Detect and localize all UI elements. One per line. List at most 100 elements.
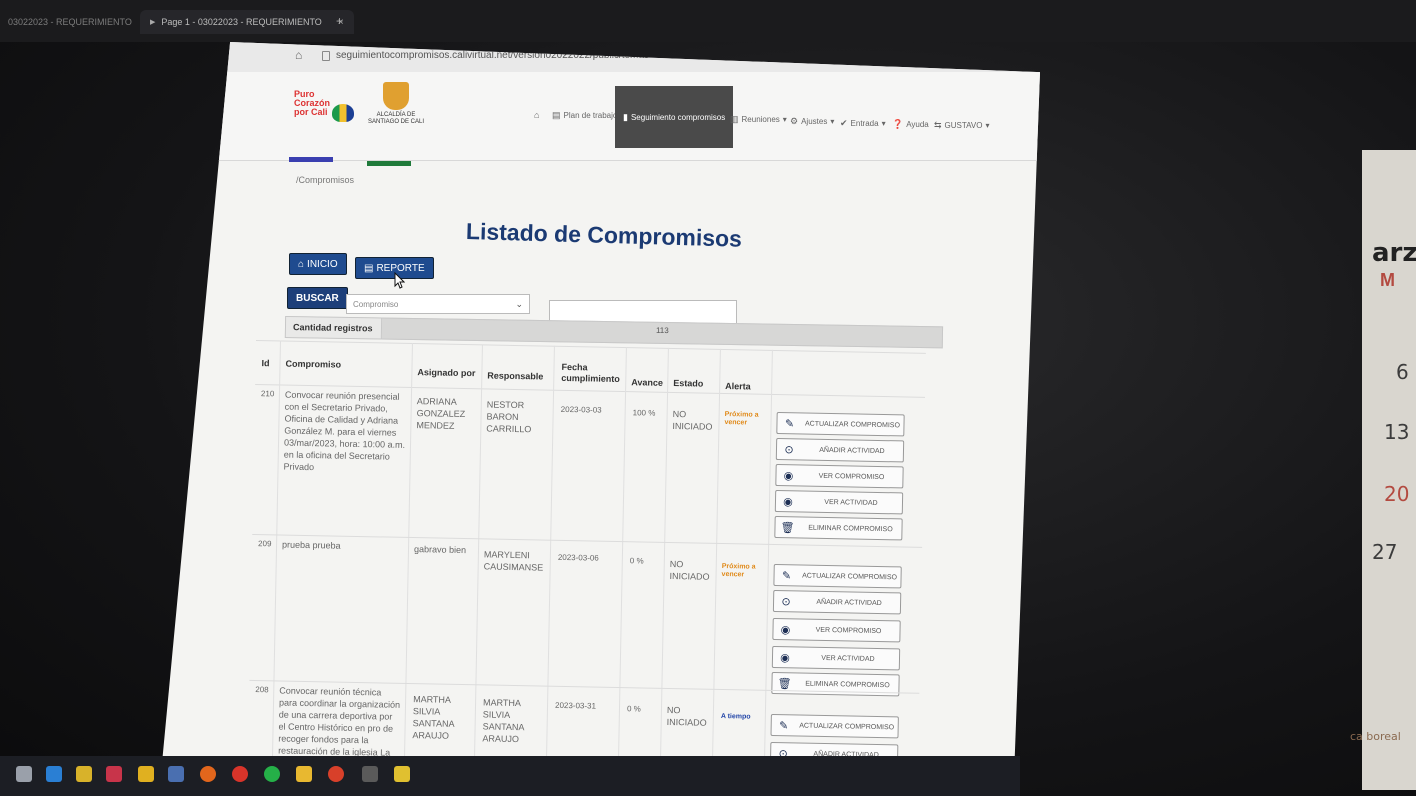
url-text[interactable]: seguimientocompromisos.calivirtual.net/v…	[336, 50, 649, 61]
chart-icon: ▥	[730, 114, 739, 124]
eye-icon: ◉	[783, 469, 794, 482]
ver-actividad-button[interactable]: ◉ VER ACTIVIDAD	[771, 645, 901, 671]
nav-label: GUSTAVO	[944, 121, 983, 130]
nav-user-menu[interactable]: ⇆ GUSTAVO ▾	[934, 120, 990, 131]
taskbar-app-icon[interactable]	[76, 766, 92, 782]
anadir-actividad-button[interactable]: ⊙ AÑADIR ACTIVIDAD	[772, 589, 902, 615]
cell-responsable: MARYLENI CAUSIMANSE	[483, 549, 544, 573]
actualizar-compromiso-button[interactable]: ✎ ACTUALIZAR COMPROMISO	[776, 412, 905, 437]
breadcrumb[interactable]: /Compromisos	[296, 175, 354, 185]
cell-compromiso: prueba prueba	[281, 539, 341, 551]
vscode-icon[interactable]	[46, 766, 62, 782]
logo-text: Puro Corazón por Cali	[294, 89, 330, 117]
powerbi-icon[interactable]	[138, 766, 154, 782]
edit-icon: ✎	[784, 417, 795, 430]
nav-entrada[interactable]: ✔ Entrada ▾	[840, 118, 886, 129]
nav-label: Ajustes	[801, 117, 828, 126]
column-header-fecha: Fecha cumplimiento	[561, 361, 620, 384]
web-page: ⌂ seguimientocompromisos.calivirtual.net…	[158, 42, 1040, 796]
ver-actividad-button[interactable]: ◉ VER ACTIVIDAD	[774, 489, 904, 515]
browser-tab-strip: 03022023 - REQUERIMIENTO ▶ Page 1 - 0302…	[0, 0, 1416, 42]
new-tab-button[interactable]: +	[336, 14, 343, 28]
shield-icon	[383, 82, 409, 110]
taskbar-app-icon[interactable]	[16, 766, 32, 782]
nav-reuniones[interactable]: ▥ Reuniones ▾	[730, 114, 787, 125]
folder-icon[interactable]	[296, 766, 312, 782]
nav-seguimiento-compromisos[interactable]: ▮ Seguimiento compromisos	[615, 86, 734, 148]
nav-plan-de-trabajo[interactable]: ▤ Plan de trabajo	[552, 110, 617, 121]
logo-puro-corazon: Puro Corazón por Cali	[294, 90, 354, 122]
decor-stripe-green	[367, 161, 411, 166]
nav-ayuda[interactable]: ❓ Ayuda	[892, 119, 929, 130]
calendar-day: 27	[1372, 540, 1398, 564]
nav-home[interactable]: ⌂	[534, 110, 542, 120]
taskbar-app-icon[interactable]	[106, 766, 122, 782]
column-divider	[617, 347, 627, 796]
address-bar[interactable]: ⌂ seguimientocompromisos.calivirtual.net…	[220, 42, 1040, 72]
heart-icon	[332, 103, 354, 122]
caret-icon: ▾	[985, 121, 990, 130]
actualizar-compromiso-button[interactable]: ✎ ACTUALIZAR COMPROMISO	[770, 713, 899, 739]
caret-icon: ▾	[830, 117, 835, 126]
home-icon: ⌂	[298, 258, 305, 270]
logo-caption: ALCALDÍA DE SANTIAGO DE CALI	[367, 112, 424, 125]
ver-compromiso-button[interactable]: ◉VER COMPROMISO	[775, 464, 904, 489]
table-icon: ▤	[552, 110, 561, 120]
taskbar-app-icon[interactable]	[232, 766, 248, 782]
column-header-alerta: Alerta	[725, 381, 751, 392]
report-icon: ▤	[364, 262, 374, 274]
ver-compromiso-button[interactable]: ◉VER COMPROMISO	[772, 617, 901, 643]
alert-badge: Próximo a vencer	[724, 411, 759, 427]
cell-id: 209	[258, 539, 272, 549]
eliminar-compromiso-button[interactable]: 🗑 ELIMINAR COMPROMISO	[774, 515, 903, 541]
firefox-icon[interactable]	[200, 766, 216, 782]
anadir-actividad-button[interactable]: ⊙ AÑADIR ACTIVIDAD	[775, 438, 905, 463]
eye-icon: ◉	[780, 623, 791, 636]
plus-circle-icon: ⊙	[784, 443, 794, 456]
cell-estado: NO INICIADO	[669, 558, 710, 582]
check-icon: ✔	[840, 118, 848, 128]
column-header-estado: Estado	[673, 378, 704, 389]
calendar-month-code: M	[1380, 270, 1395, 290]
cell-responsable: MARTHA SILVIA SANTANA ARAUJO	[482, 697, 525, 745]
terminal-icon[interactable]	[362, 766, 378, 782]
column-divider	[659, 347, 669, 796]
record-count-value: 113	[655, 325, 669, 336]
cell-avance: 100 %	[632, 408, 656, 418]
browser-tab-active[interactable]: ▶ Page 1 - 03022023 - REQUERIMIENTO ×	[140, 10, 354, 34]
arrows-icon: ⇆	[934, 120, 942, 130]
home-icon[interactable]: ⌂	[295, 48, 302, 62]
cell-id: 208	[255, 685, 269, 695]
alert-badge: Próximo a vencer	[721, 562, 756, 579]
compromisos-table: Id Compromiso Asignado por Responsable F…	[247, 340, 936, 796]
calendar-day: 6	[1396, 360, 1409, 384]
cell-fecha: 2023-03-06	[557, 552, 599, 563]
column-header-asignado: Asignado por	[417, 367, 476, 379]
cell-avance: 0 %	[629, 556, 644, 566]
whatsapp-icon[interactable]	[264, 766, 280, 782]
caret-icon: ▾	[881, 119, 886, 128]
edit-icon: ✎	[778, 719, 789, 732]
trash-icon: 🗑	[780, 521, 795, 534]
buscar-button[interactable]: BUSCAR	[287, 287, 348, 309]
search-field-select[interactable]: Compromiso ⌄	[346, 294, 530, 314]
eye-icon: ◉	[783, 495, 793, 508]
taskbar-app-icon[interactable]	[394, 766, 410, 782]
cell-id: 210	[260, 389, 275, 399]
taskbar-app-icon[interactable]	[168, 766, 184, 782]
actualizar-compromiso-button[interactable]: ✎ ACTUALIZAR COMPROMISO	[773, 563, 902, 589]
chrome-icon[interactable]	[328, 766, 344, 782]
eye-icon: ◉	[780, 651, 790, 664]
edit-icon: ✎	[781, 569, 792, 582]
cell-estado: NO INICIADO	[672, 409, 713, 432]
calendar-day: 20	[1384, 482, 1410, 506]
site-navbar: Puro Corazón por Cali ALCALDÍA DE SANTIA…	[216, 72, 1040, 161]
browser-tab-inactive[interactable]: 03022023 - REQUERIMIENTO	[8, 10, 132, 34]
mouse-cursor-icon	[394, 272, 405, 289]
bookmark-icon: ▮	[623, 111, 628, 122]
tab-title: 03022023 - REQUERIMIENTO	[8, 17, 132, 27]
nav-ajustes[interactable]: ⚙ Ajustes ▾	[790, 116, 834, 127]
inicio-button[interactable]: ⌂ INICIO	[289, 253, 347, 275]
question-icon: ❓	[892, 119, 904, 129]
plus-circle-icon: ⊙	[781, 595, 791, 608]
